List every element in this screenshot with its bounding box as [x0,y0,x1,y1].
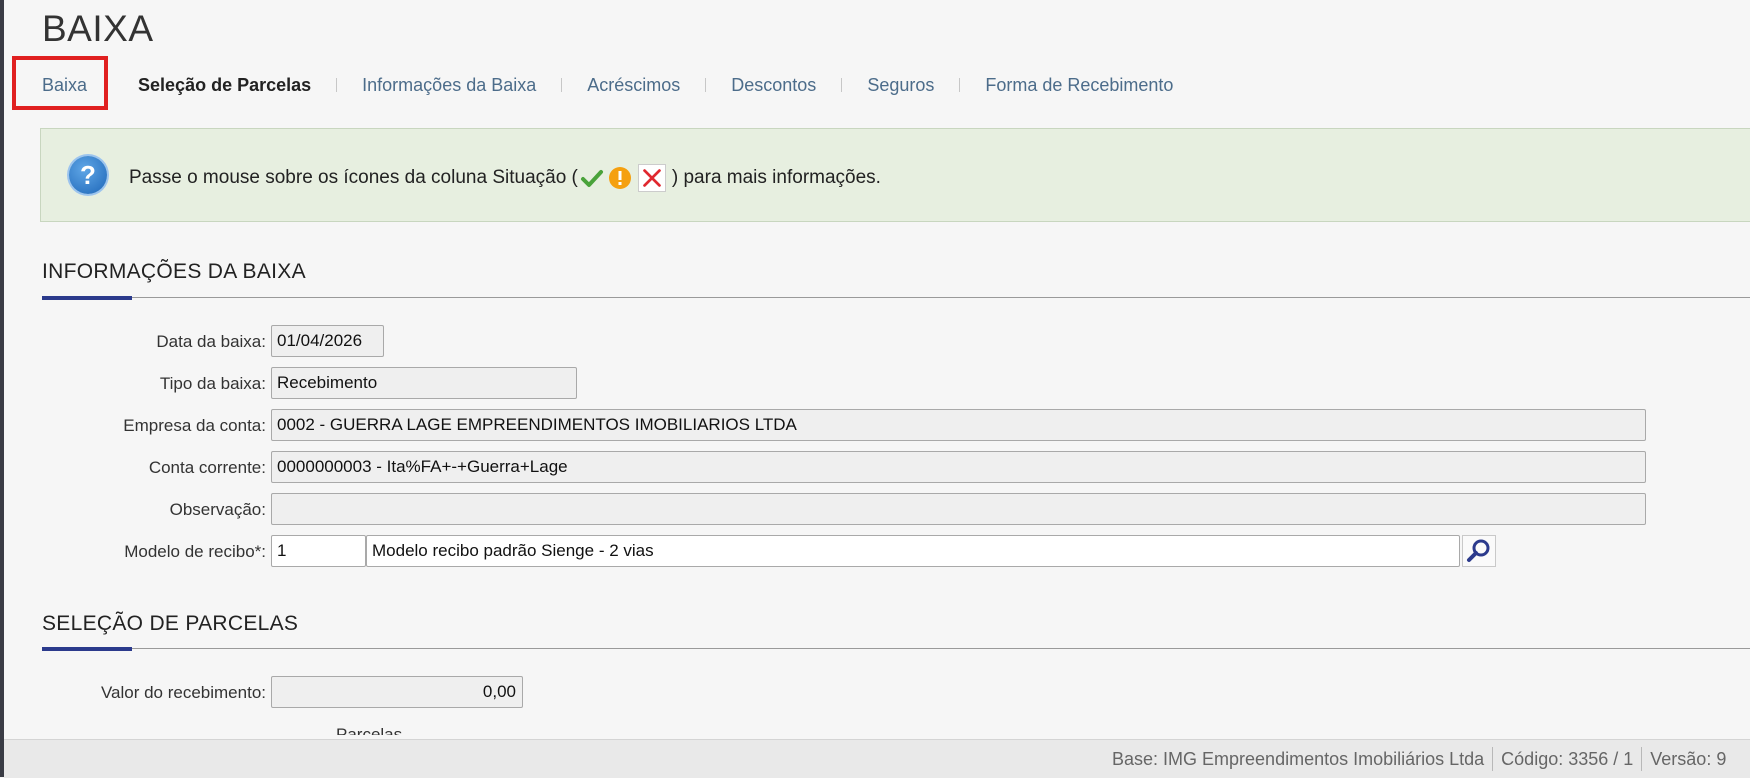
status-separator [1641,747,1643,771]
label-empresa-conta: Empresa da conta: [123,416,266,435]
help-icon: ? [69,156,107,194]
info-message-box: ? Passe o mouse sobre os ícones da colun… [40,128,1750,222]
tab-separator [336,78,338,92]
section-divider [42,297,1750,298]
info-text-before: Passe o mouse sobre os ícones da coluna … [129,167,578,188]
status-bar: Base: IMG Empreendimentos Imobiliários L… [4,739,1750,778]
section-title-selecao: SELEÇÃO DE PARCELAS [42,612,299,635]
label-data-baixa: Data da baixa: [156,332,266,351]
tab-separator [705,78,707,92]
tab-descontos[interactable]: Descontos [731,75,816,96]
label-valor-recebimento: Valor do recebimento: [100,683,266,702]
status-codigo: Código: 3356 / 1 [1501,748,1634,769]
tab-separator [561,78,563,92]
section-accent [42,296,132,300]
valor-recebimento-field[interactable]: 0,00 [271,676,523,708]
tab-highlight-box [12,56,108,110]
info-message: Passe o mouse sobre os ícones da coluna … [129,164,881,192]
tab-seguros[interactable]: Seguros [867,75,934,96]
tab-separator [959,78,961,92]
tab-separator [841,78,843,92]
data-baixa-field[interactable]: 01/04/2026 [271,325,384,357]
status-info: Base: IMG Empreendimentos Imobiliários L… [1112,740,1726,778]
label-observacao: Observação: [169,500,266,519]
tab-acrescimos[interactable]: Acréscimos [587,75,680,96]
observacao-field[interactable] [271,493,1646,525]
x-icon[interactable] [637,164,666,192]
tab-forma-de-recebimento[interactable]: Forma de Recebimento [985,75,1173,96]
tab-informacoes-da-baixa[interactable]: Informações da Baixa [362,75,536,96]
status-base: Base: IMG Empreendimentos Imobiliários L… [1112,748,1485,769]
search-icon [1467,539,1490,562]
conta-corrente-field[interactable]: 0000000003 - Ita%FA+-+Guerra+Lage [271,451,1646,483]
label-conta-corrente: Conta corrente: [148,458,266,477]
tipo-baixa-field[interactable]: Recebimento [271,367,577,399]
modelo-recibo-description-input[interactable]: Modelo recibo padrão Sienge - 2 vias [366,535,1460,567]
check-icon[interactable] [580,166,604,190]
label-modelo-recibo: Modelo de recibo*: [124,542,266,561]
warning-icon[interactable] [608,166,632,190]
info-text-after: ) para mais informações. [671,167,881,188]
tab-bar: Baixa Seleção de Parcelas Informações da… [42,70,1173,100]
label-tipo-baixa: Tipo da baixa: [159,374,266,393]
modelo-recibo-code-input[interactable]: 1 [271,535,366,567]
label-parcelas-partial: Parcelas [336,725,403,735]
section-divider [42,648,1750,649]
status-separator [1492,747,1494,771]
status-versao: Versão: 9 [1650,748,1727,769]
search-button[interactable] [1462,535,1496,567]
tab-selecao-de-parcelas[interactable]: Seleção de Parcelas [138,75,311,96]
section-accent [42,647,132,651]
section-title-informacoes: INFORMAÇÕES DA BAIXA [42,260,306,283]
empresa-conta-field[interactable]: 0002 - GUERRA LAGE EMPREENDIMENTOS IMOBI… [271,409,1646,441]
page-title: BAIXA [42,8,154,49]
